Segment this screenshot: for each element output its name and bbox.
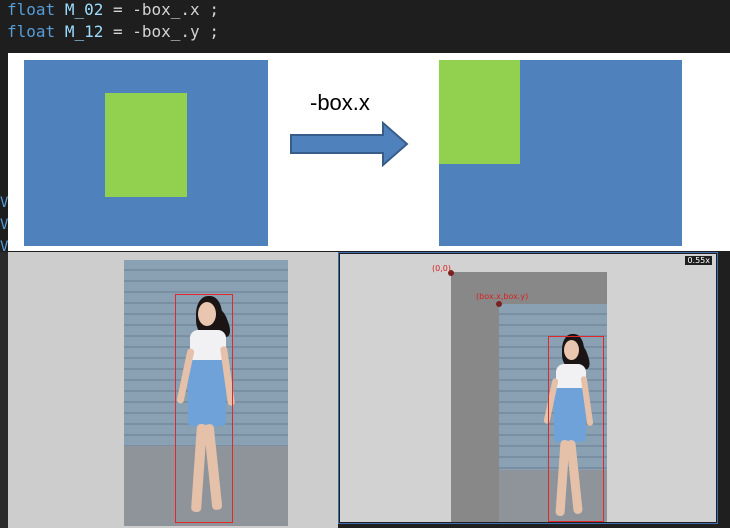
viewer-frame (338, 252, 718, 524)
assign-operator: = (103, 0, 133, 19)
code-line-2: float M_12 = -box_.y ; (7, 22, 219, 41)
code-editor: float M_02 = -box_.x ; float M_12 = -box… (0, 0, 730, 52)
translated-box (439, 60, 520, 164)
editor-gutter: VVVV (0, 52, 8, 277)
source-box (105, 93, 187, 197)
original-image-panel (0, 252, 338, 528)
expression: -box_.y ; (132, 22, 219, 41)
variable-name: M_02 (64, 0, 104, 19)
right-arrow-icon (290, 121, 409, 167)
type-keyword: float (7, 22, 56, 41)
assign-operator: = (103, 22, 133, 41)
image-viewer-window[interactable]: (0,0) (box.x,box.y) 0.55x (338, 252, 730, 528)
code-line-1: float M_02 = -box_.x ; (7, 0, 219, 19)
variable-name: M_12 (64, 22, 104, 41)
zoom-level: 0.55x (685, 256, 712, 265)
type-keyword: float (7, 0, 56, 19)
expression: -box_.x ; (132, 0, 219, 19)
arrow-label: -box.x (310, 90, 370, 115)
right-edge-panel (718, 262, 730, 528)
left-edge (0, 252, 8, 528)
bounding-box (175, 294, 233, 523)
translation-diagram: -box.x (8, 53, 730, 251)
